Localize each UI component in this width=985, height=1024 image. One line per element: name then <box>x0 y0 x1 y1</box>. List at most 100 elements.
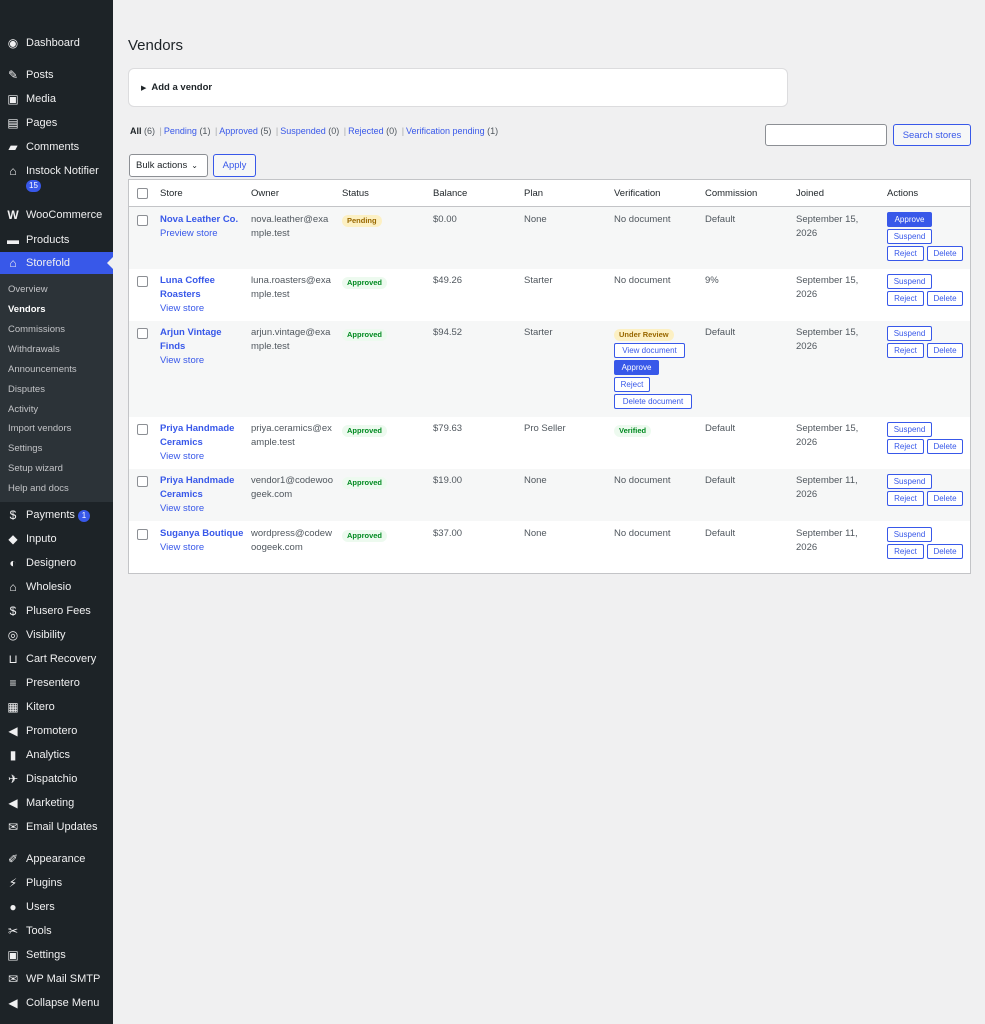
menu-storefold[interactable]: ⌂ Storefold <box>0 252 113 274</box>
menu-pages[interactable]: ▤ Pages <box>0 116 113 130</box>
submenu-activity[interactable]: Activity <box>8 404 38 416</box>
menu-plusero-fees[interactable]: $ Plusero Fees <box>0 604 113 618</box>
reject-button[interactable]: Reject <box>887 246 924 261</box>
menu-wp-mail-smtp[interactable]: ✉ WP Mail SMTP <box>0 972 113 986</box>
store-name-link[interactable]: Luna Coffee Roasters <box>160 274 245 302</box>
reject-button[interactable]: Reject <box>887 439 924 454</box>
row-checkbox[interactable] <box>137 476 148 487</box>
submenu-setup-wizard[interactable]: Setup wizard <box>8 463 63 475</box>
menu-plugins[interactable]: ⚡ Plugins <box>0 876 113 890</box>
menu-appearance[interactable]: ✐ Appearance <box>0 852 113 866</box>
menu-comments[interactable]: ▰ Comments <box>0 140 113 154</box>
filter-approved[interactable]: Approved <box>219 126 258 136</box>
view-store-link[interactable]: View store <box>160 502 245 516</box>
suspend-button[interactable]: Suspend <box>887 326 932 341</box>
row-checkbox[interactable] <box>137 215 148 226</box>
menu-settings[interactable]: ▣ Settings <box>0 948 113 962</box>
store-name-link[interactable]: Arjun Vintage Finds <box>160 326 245 354</box>
store-name-link[interactable]: Suganya Boutique <box>160 527 245 541</box>
reject-button[interactable]: Reject <box>887 291 924 306</box>
delete-button[interactable]: Delete <box>927 246 963 261</box>
submenu-commissions[interactable]: Commissions <box>8 324 65 336</box>
store-name-link[interactable]: Priya Handmade Ceramics <box>160 422 245 450</box>
preview-store-link[interactable]: Preview store <box>160 227 245 241</box>
reject-button[interactable]: Reject <box>887 544 924 559</box>
filter-rejected[interactable]: Rejected <box>348 126 384 136</box>
reject-document-button[interactable]: Reject <box>614 377 650 392</box>
suspend-button[interactable]: Suspend <box>887 527 932 542</box>
filter-verification-pending[interactable]: Verification pending <box>406 126 485 136</box>
menu-visibility[interactable]: ◎ Visibility <box>0 628 113 642</box>
reject-button[interactable]: Reject <box>887 343 924 358</box>
suspend-button[interactable]: Suspend <box>887 422 932 437</box>
col-store[interactable]: Store <box>160 188 183 199</box>
bulk-actions-select[interactable]: Bulk actions ⌄ <box>129 154 208 177</box>
menu-cart-recovery[interactable]: ⊔ Cart Recovery <box>0 652 113 666</box>
submenu-withdrawals[interactable]: Withdrawals <box>8 344 60 356</box>
filter-pending[interactable]: Pending <box>164 126 197 136</box>
apply-button[interactable]: Apply <box>213 154 256 177</box>
row-checkbox[interactable] <box>137 328 148 339</box>
view-store-link[interactable]: View store <box>160 450 245 464</box>
search-stores-button[interactable]: Search stores <box>893 124 971 146</box>
menu-tools[interactable]: ✂ Tools <box>0 924 113 938</box>
submenu-announcements[interactable]: Announcements <box>8 364 77 376</box>
submenu-disputes[interactable]: Disputes <box>8 384 45 396</box>
menu-presentero[interactable]: ≡ Presentero <box>0 676 113 690</box>
delete-button[interactable]: Delete <box>927 343 963 358</box>
menu-instock-notifier[interactable]: ⌂ Instock Notifier 15 <box>0 164 113 192</box>
store-name-link[interactable]: Nova Leather Co. <box>160 213 245 227</box>
col-status[interactable]: Status <box>342 188 369 199</box>
menu-dispatchio[interactable]: ✈ Dispatchio <box>0 772 113 786</box>
delete-document-button[interactable]: Delete document <box>614 394 692 409</box>
view-document-button[interactable]: View document <box>614 343 685 358</box>
menu-designero[interactable]: ◐ Designero <box>0 556 113 570</box>
menu-payments[interactable]: $ Payments 1 <box>0 508 113 522</box>
col-verification[interactable]: Verification <box>614 188 660 199</box>
suspend-button[interactable]: Suspend <box>887 274 932 289</box>
delete-button[interactable]: Delete <box>927 491 963 506</box>
delete-button[interactable]: Delete <box>927 544 963 559</box>
reject-button[interactable]: Reject <box>887 491 924 506</box>
suspend-button[interactable]: Suspend <box>887 474 932 489</box>
delete-button[interactable]: Delete <box>927 439 963 454</box>
view-store-link[interactable]: View store <box>160 302 245 316</box>
row-checkbox[interactable] <box>137 424 148 435</box>
col-joined[interactable]: Joined <box>796 188 824 199</box>
approve-document-button[interactable]: Approve <box>614 360 659 375</box>
submenu-import-vendors[interactable]: Import vendors <box>8 423 71 435</box>
filter-all[interactable]: All <box>130 126 142 136</box>
submenu-settings[interactable]: Settings <box>8 443 42 455</box>
menu-users[interactable]: ● Users <box>0 900 113 914</box>
menu-woocommerce[interactable]: W WooCommerce <box>0 208 113 222</box>
col-owner[interactable]: Owner <box>251 188 279 199</box>
menu-products[interactable]: ▬ Products <box>0 233 113 247</box>
col-commission[interactable]: Commission <box>705 188 757 199</box>
select-all-checkbox[interactable] <box>137 188 148 199</box>
col-balance[interactable]: Balance <box>433 188 467 199</box>
view-store-link[interactable]: View store <box>160 541 245 555</box>
menu-analytics[interactable]: ▮ Analytics <box>0 748 113 762</box>
menu-kitero[interactable]: ▦ Kitero <box>0 700 113 714</box>
menu-email-updates[interactable]: ✉ Email Updates <box>0 820 113 834</box>
view-store-link[interactable]: View store <box>160 354 245 368</box>
submenu-help-docs[interactable]: Help and docs <box>8 483 69 495</box>
menu-dashboard[interactable]: ◉ Dashboard <box>0 36 113 50</box>
menu-media[interactable]: ▣ Media <box>0 92 113 106</box>
menu-marketing[interactable]: ◀ Marketing <box>0 796 113 810</box>
menu-inputo[interactable]: ◆ Inputo <box>0 532 113 546</box>
submenu-vendors[interactable]: Vendors <box>8 304 46 316</box>
menu-collapse[interactable]: ◀ Collapse Menu <box>0 996 113 1010</box>
suspend-button[interactable]: Suspend <box>887 229 932 244</box>
search-stores-input[interactable] <box>765 124 887 146</box>
store-name-link[interactable]: Priya Handmade Ceramics <box>160 474 245 502</box>
menu-wholesio[interactable]: ⌂ Wholesio <box>0 580 113 594</box>
filter-suspended[interactable]: Suspended <box>280 126 326 136</box>
delete-button[interactable]: Delete <box>927 291 963 306</box>
add-vendor-toggle[interactable]: ▶ Add a vendor <box>128 68 788 107</box>
approve-button[interactable]: Approve <box>887 212 932 227</box>
menu-posts[interactable]: ✎ Posts <box>0 68 113 82</box>
row-checkbox[interactable] <box>137 276 148 287</box>
submenu-overview[interactable]: Overview <box>8 284 48 296</box>
menu-promotero[interactable]: ◀ Promotero <box>0 724 113 738</box>
